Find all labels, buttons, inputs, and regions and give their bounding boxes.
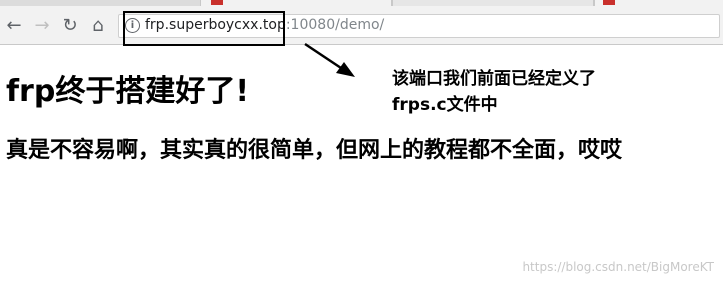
- annotation-line-2: frps.c文件中: [392, 95, 498, 115]
- watermark: https://blog.csdn.net/BigMoreKT: [522, 260, 714, 274]
- annotation-arrow: [304, 42, 355, 77]
- annotation-text: 该端口我们前面已经定义了 frps.c文件中: [392, 66, 596, 118]
- annotation-line-1: 该端口我们前面已经定义了: [392, 69, 596, 89]
